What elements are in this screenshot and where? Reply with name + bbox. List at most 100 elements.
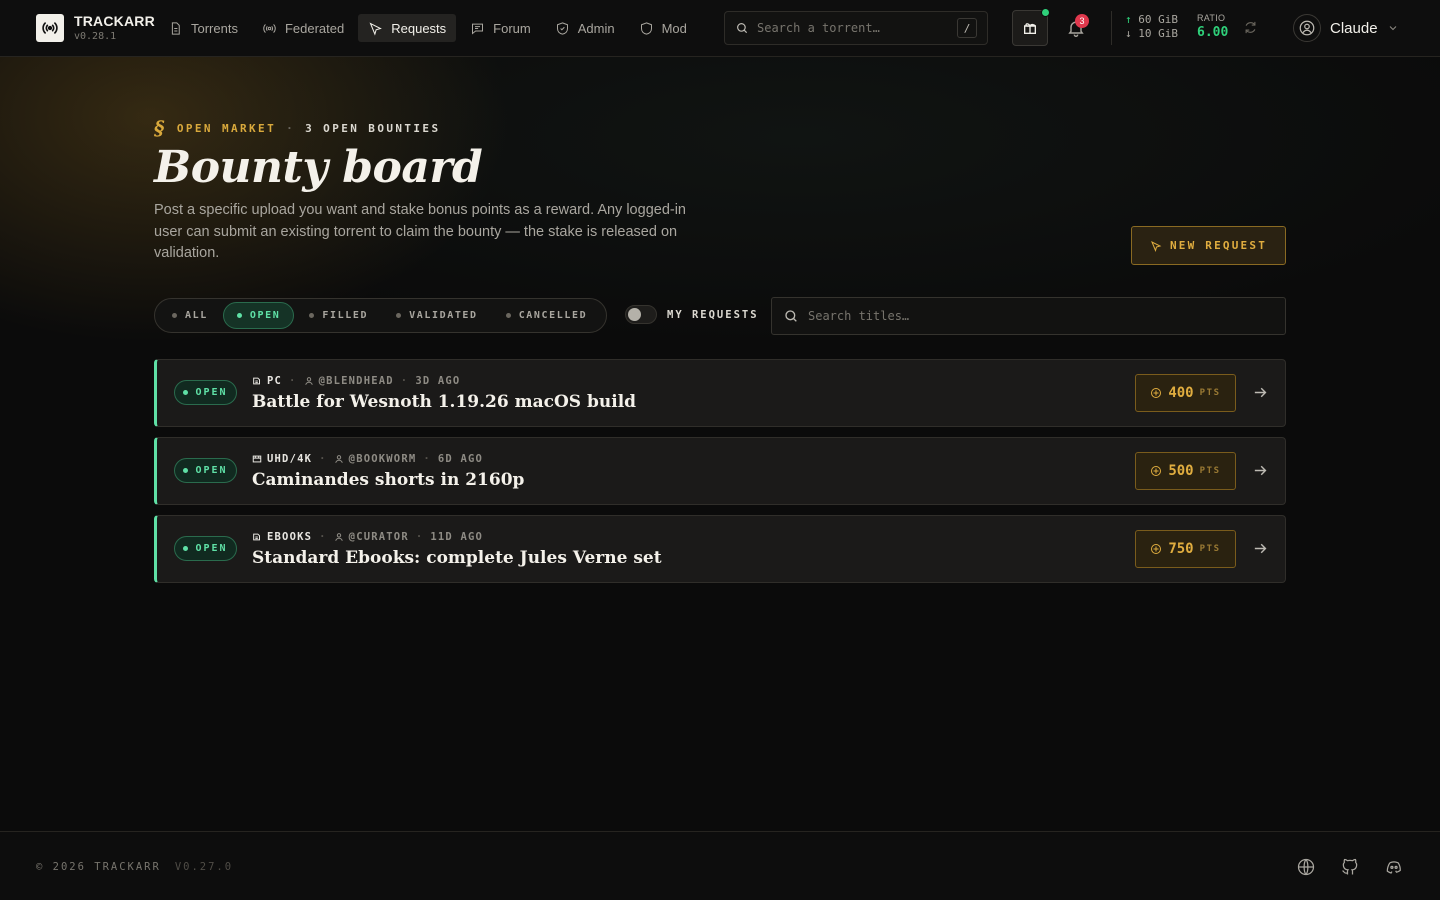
toggle-switch[interactable] <box>625 305 657 324</box>
request-title[interactable]: Standard Ebooks: complete Jules Verne se… <box>252 548 662 568</box>
filter-all[interactable]: ALL <box>159 302 221 329</box>
author-name: @CURATOR <box>348 531 409 543</box>
search-shortcut-key: / <box>957 18 977 38</box>
gift-button[interactable] <box>1012 8 1050 46</box>
brand-version: v0.28.1 <box>74 31 117 42</box>
status-badge: OPEN <box>174 380 237 405</box>
copyright-text: © 2026 TRACKARR <box>36 861 161 873</box>
brand-logo[interactable]: TRACKARR v0.28.1 <box>36 14 155 42</box>
nav-item-mod[interactable]: Mod <box>629 14 697 42</box>
user-circle-icon <box>1299 20 1315 36</box>
eyebrow: § OPEN MARKET · 3 OPEN BOUNTIES <box>154 116 440 140</box>
nav-item-federated[interactable]: Federated <box>252 14 354 42</box>
film-icon <box>252 455 262 463</box>
title-search[interactable] <box>771 297 1286 335</box>
eyebrow-separator: · <box>286 121 296 135</box>
category-label: UHD/4K <box>267 453 313 465</box>
nav-item-torrents[interactable]: Torrents <box>158 14 248 42</box>
status-badge: OPEN <box>174 536 237 561</box>
filter-label: CANCELLED <box>518 310 588 321</box>
nav-item-forum[interactable]: Forum <box>460 14 541 42</box>
footer-links <box>1296 857 1404 877</box>
request-meta: EBOOKS · @CURATOR · 11D AGO <box>252 531 483 543</box>
arrow-right-icon[interactable] <box>1252 540 1269 557</box>
toggle-label: MY REQUESTS <box>667 308 759 321</box>
filter-filled[interactable]: FILLED <box>296 302 381 329</box>
search-icon <box>737 23 748 34</box>
file-icon <box>171 21 180 35</box>
game-icon <box>253 377 260 385</box>
globe-icon[interactable] <box>1296 857 1316 877</box>
meta-separator: · <box>423 453 431 465</box>
user-icon <box>334 533 343 541</box>
meta-separator: · <box>400 375 409 387</box>
arrow-right-icon[interactable] <box>1252 462 1269 479</box>
ratio: RATIO 6.00 <box>1197 14 1229 40</box>
notification-badge: 3 <box>1075 14 1089 28</box>
request-row[interactable]: OPEN UHD/4K · @BOOKWORM · 6D AGO Caminan… <box>154 437 1286 505</box>
filter-label: VALIDATED <box>409 310 478 321</box>
filter-open[interactable]: OPEN <box>222 302 295 329</box>
refresh-icon[interactable] <box>1243 20 1258 35</box>
bounty-points: 500 PTS <box>1135 452 1236 490</box>
meta-separator: · <box>319 531 327 543</box>
footer-version: V0.27.0 <box>174 861 234 873</box>
gift-indicator <box>1041 8 1050 17</box>
filter-label: OPEN <box>249 310 281 321</box>
pointer-icon <box>1150 240 1162 252</box>
points-value: 500 <box>1168 463 1194 479</box>
title-search-input[interactable] <box>808 309 1274 323</box>
coin-icon <box>1151 544 1162 554</box>
points-unit: PTS <box>1199 544 1221 554</box>
category-label: EBOOKS <box>267 531 313 543</box>
status-dot <box>309 313 315 318</box>
new-request-button[interactable]: NEW REQUEST <box>1131 226 1286 265</box>
request-category: EBOOKS <box>252 531 312 543</box>
filter-label: FILLED <box>322 310 369 321</box>
search-input[interactable] <box>757 21 949 35</box>
eyebrow-count: 3 OPEN BOUNTIES <box>305 121 441 135</box>
coin-icon <box>1151 466 1162 476</box>
discord-icon[interactable] <box>1384 857 1404 877</box>
status-dot <box>183 468 189 473</box>
meta-separator: · <box>289 375 297 387</box>
bounty-points: 750 PTS <box>1135 530 1236 568</box>
request-title[interactable]: Battle for Wesnoth 1.19.26 macOS build <box>252 392 636 412</box>
nav-item-label: Torrents <box>191 20 238 36</box>
nav-item-admin[interactable]: Admin <box>545 14 625 42</box>
status-filter: ALL OPEN FILLED VALIDATED CANCELLED <box>154 298 607 333</box>
request-age: 11D AGO <box>430 531 484 543</box>
filter-cancelled[interactable]: CANCELLED <box>493 302 601 329</box>
filter-validated[interactable]: VALIDATED <box>383 302 491 329</box>
page-title: Bounty board <box>154 142 483 193</box>
pointer-icon <box>369 21 383 36</box>
my-requests-toggle[interactable]: MY REQUESTS <box>625 305 759 324</box>
author-name: @BLENDHEAD <box>318 375 394 387</box>
request-row[interactable]: OPEN EBOOKS · @CURATOR · 11D AGO Standar… <box>154 515 1286 583</box>
arrow-right-icon[interactable] <box>1252 384 1269 401</box>
meta-separator: · <box>319 453 327 465</box>
category-label: PC <box>267 375 283 387</box>
filter-label: ALL <box>185 310 208 321</box>
github-icon[interactable] <box>1340 857 1360 877</box>
status-dot <box>236 313 242 318</box>
points-unit: PTS <box>1199 466 1221 476</box>
top-bar: TRACKARR v0.28.1 Torrents Federated Requ… <box>0 0 1440 57</box>
meta-separator: · <box>415 531 424 543</box>
request-row[interactable]: OPEN PC · @BLENDHEAD · 3D AGO Battle for… <box>154 359 1286 427</box>
request-author[interactable]: @CURATOR <box>334 531 409 543</box>
avatar <box>1293 14 1321 42</box>
request-age: 6D AGO <box>437 453 484 465</box>
status-dot <box>505 313 511 318</box>
torrent-search[interactable]: / <box>724 11 988 45</box>
request-author[interactable]: @BLENDHEAD <box>304 375 394 387</box>
chevron-down-icon <box>1389 26 1396 31</box>
request-title[interactable]: Caminandes shorts in 2160p <box>252 470 524 490</box>
ratio-value: 6.00 <box>1197 25 1229 40</box>
status-label: OPEN <box>195 465 228 476</box>
broadcast-icon <box>263 23 276 33</box>
user-icon <box>334 455 343 463</box>
user-menu[interactable]: Claude <box>1293 14 1399 42</box>
request-author[interactable]: @BOOKWORM <box>334 453 417 465</box>
nav-item-requests[interactable]: Requests <box>358 14 457 42</box>
